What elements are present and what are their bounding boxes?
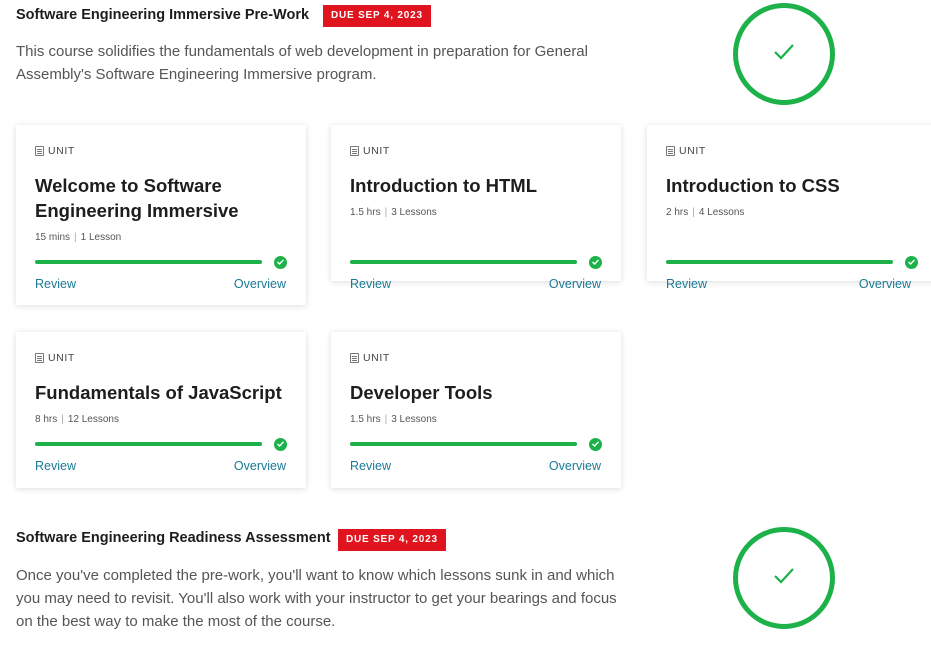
- section-title: Software Engineering Readiness Assessmen…: [16, 530, 331, 546]
- unit-title: Introduction to CSS: [666, 175, 840, 196]
- overview-link[interactable]: Overview: [549, 277, 601, 291]
- check-icon: [274, 438, 287, 451]
- review-link[interactable]: Review: [350, 277, 391, 291]
- progress-bar: [350, 260, 577, 264]
- unit-title: Developer Tools: [350, 382, 493, 403]
- section-description: This course solidifies the fundamentals …: [16, 43, 588, 83]
- review-link[interactable]: Review: [35, 459, 76, 473]
- unit-label: UNIT: [350, 145, 390, 157]
- document-icon: [350, 353, 359, 363]
- check-icon: [905, 256, 918, 269]
- unit-meta: 1.5 hrs | 3 Lessons: [350, 207, 437, 218]
- completed-check-icon: [733, 3, 835, 105]
- unit-title: Welcome to Software Engineering Immersiv…: [35, 175, 239, 221]
- overview-link[interactable]: Overview: [234, 277, 286, 291]
- section-description: Once you've completed the pre-work, you'…: [16, 567, 617, 630]
- review-link[interactable]: Review: [666, 277, 707, 291]
- unit-meta: 1.5 hrs | 3 Lessons: [350, 414, 437, 425]
- completed-check-icon: [733, 527, 835, 629]
- section-title: Software Engineering Immersive Pre-Work: [16, 7, 310, 23]
- check-icon: [589, 438, 602, 451]
- due-badge: DUE SEP 4, 2023: [338, 529, 446, 551]
- progress-bar: [666, 260, 893, 264]
- progress-bar: [35, 442, 262, 446]
- review-link[interactable]: Review: [350, 459, 391, 473]
- unit-meta: 2 hrs | 4 Lessons: [666, 207, 745, 218]
- document-icon: [35, 146, 44, 156]
- unit-meta: 8 hrs | 12 Lessons: [35, 414, 119, 425]
- due-badge: DUE SEP 4, 2023: [323, 5, 431, 27]
- unit-title: Fundamentals of JavaScript: [35, 382, 282, 403]
- unit-meta: 15 mins | 1 Lesson: [35, 232, 122, 243]
- progress-bar: [350, 442, 577, 446]
- progress-bar: [35, 260, 262, 264]
- document-icon: [350, 146, 359, 156]
- unit-label: UNIT: [350, 352, 390, 364]
- overview-link[interactable]: Overview: [549, 459, 601, 473]
- overview-link[interactable]: Overview: [234, 459, 286, 473]
- unit-label: UNIT: [666, 145, 706, 157]
- unit-title: Introduction to HTML: [350, 175, 538, 196]
- unit-card[interactable]: UNIT Developer Tools 1.5 hrs | 3 Lessons R…: [331, 332, 621, 488]
- unit-card[interactable]: UNIT Welcome to Software Engineering Imm…: [16, 125, 306, 305]
- unit-card[interactable]: UNIT Introduction to HTML 1.5 hrs | 3 Less…: [331, 125, 621, 291]
- check-icon: [589, 256, 602, 269]
- unit-card[interactable]: UNIT Fundamentals of JavaScript 8 hrs | 12…: [16, 332, 306, 488]
- document-icon: [666, 146, 675, 156]
- check-icon: [274, 256, 287, 269]
- unit-card[interactable]: UNIT Introduction to CSS 2 hrs | 4 Lessons…: [647, 125, 931, 291]
- unit-label: UNIT: [35, 145, 75, 157]
- document-icon: [35, 353, 44, 363]
- review-link[interactable]: Review: [35, 277, 76, 291]
- unit-label: UNIT: [35, 352, 75, 364]
- overview-link[interactable]: Overview: [859, 277, 911, 291]
